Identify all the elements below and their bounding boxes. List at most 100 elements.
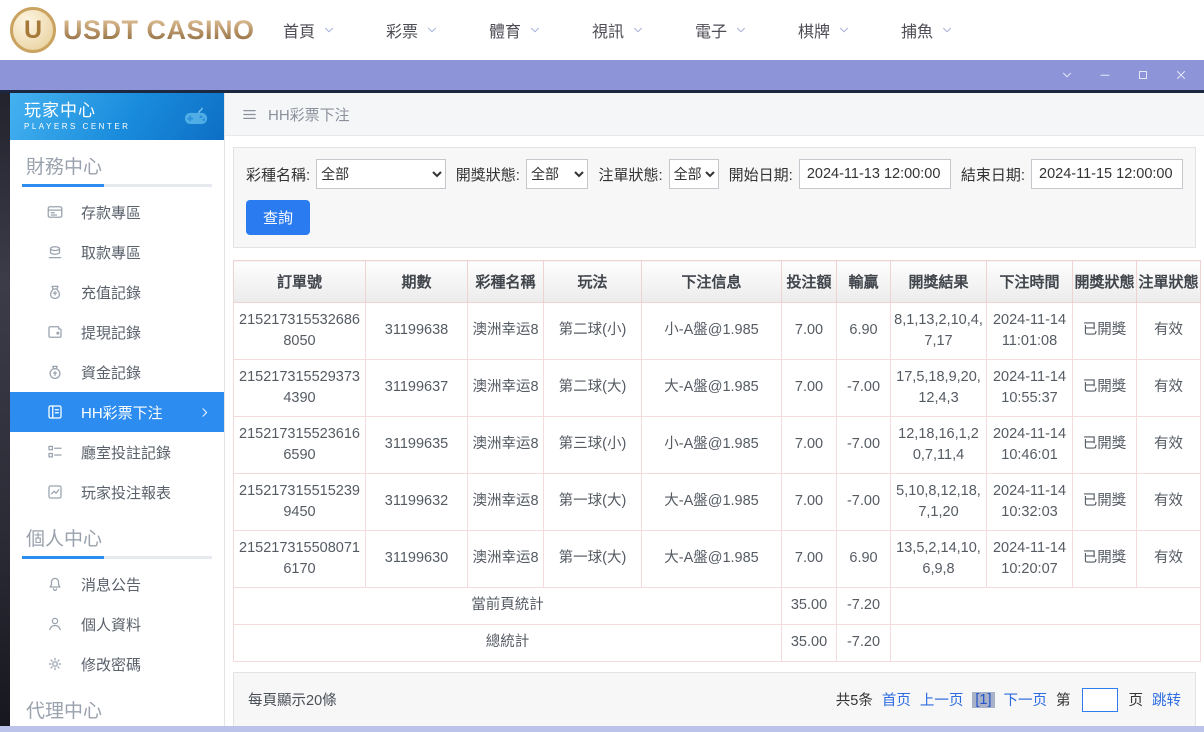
window-close-icon[interactable] <box>1174 68 1188 82</box>
table-cell: 有效 <box>1136 473 1201 531</box>
start-date-input[interactable] <box>798 159 951 189</box>
summary-row: 總統計 35.00 -7.20 <box>233 624 1201 662</box>
nav-item-label: 體育 <box>488 24 521 41</box>
jump-button[interactable]: 跳转 <box>1152 689 1181 710</box>
table-cell: 31199630 <box>365 530 468 588</box>
sidebar-item-label: 取款專區 <box>81 244 142 262</box>
table-row: 2152173155293734390 31199637 澳洲幸运8 第二球(大) 大-… <box>233 359 1201 417</box>
column-header: 開獎結果 <box>890 260 987 303</box>
pager: 共5条 首页 上一页 [1] 下一页 第 页 跳转 <box>836 687 1181 712</box>
sidebar-item-label: 充值記錄 <box>81 284 142 302</box>
table-cell: 澳洲幸运8 <box>467 530 544 588</box>
jump-suffix-text: 页 <box>1128 693 1144 709</box>
window-chevron-down-icon[interactable] <box>1060 68 1074 82</box>
nav-item-electronic[interactable]: 電子 <box>670 18 773 42</box>
prev-page-link[interactable]: 上一页 <box>920 689 964 710</box>
sidebar-item-change-password[interactable]: 修改密碼 <box>10 644 224 684</box>
column-header: 彩種名稱 <box>467 260 544 303</box>
sidebar-item-withdrawal-record[interactable]: 提現記錄 <box>10 312 224 352</box>
table-row: 2152173155326868050 31199638 澳洲幸运8 第二球(小) 小-… <box>233 302 1201 360</box>
bell-icon <box>46 575 64 593</box>
nav-item-live-video[interactable]: 視訊 <box>567 18 670 42</box>
summary-empty-cell <box>890 624 1201 662</box>
chevron-down-icon <box>631 23 645 37</box>
column-header: 下注信息 <box>641 260 782 303</box>
current-page-indicator[interactable]: [1] <box>972 691 995 708</box>
nav-item-label: 捕魚 <box>900 24 933 41</box>
sidebar-section-title: 代理中心 <box>26 701 103 722</box>
summary-bet-total: 35.00 <box>781 624 837 662</box>
sidebar-header: 玩家中心 PLAYERS CENTER <box>10 93 224 140</box>
table-cell: 大-A盤@1.985 <box>641 359 782 417</box>
column-header: 注單狀態 <box>1136 260 1201 303</box>
draw-status-select[interactable]: 全部 <box>525 159 589 189</box>
nav-item-sports[interactable]: 體育 <box>464 18 567 42</box>
sidebar-section-title: 財務中心 <box>26 157 103 178</box>
sidebar-item-announcements[interactable]: 消息公告 <box>10 564 224 604</box>
table-cell: 澳洲幸运8 <box>467 416 544 474</box>
nav-item-lottery[interactable]: 彩票 <box>361 18 464 42</box>
table-cell: 已開獎 <box>1072 416 1137 474</box>
table-cell: 31199632 <box>365 473 468 531</box>
end-date-input[interactable] <box>1031 159 1183 189</box>
lottery-name-select[interactable]: 全部 <box>316 159 446 189</box>
window-maximize-icon[interactable] <box>1136 68 1150 82</box>
window-minimize-icon[interactable] <box>1098 68 1112 82</box>
table-cell: 大-A盤@1.985 <box>641 530 782 588</box>
sidebar-item-hh-lottery-bets[interactable]: HH彩票下注 <box>10 392 224 432</box>
table-cell: 31199638 <box>365 302 468 360</box>
recharge-record-icon <box>46 283 64 301</box>
sidebar-item-label: 消息公告 <box>81 576 142 594</box>
table-cell: 有效 <box>1136 530 1201 588</box>
table-cell: 第一球(大) <box>543 530 642 588</box>
nav-item-fishing[interactable]: 捕魚 <box>876 18 979 42</box>
sidebar-item-label: 資金記錄 <box>81 364 142 382</box>
sidebar-item-player-bet-report[interactable]: 玩家投注報表 <box>10 472 224 512</box>
table-row: 2152173155236166590 31199635 澳洲幸运8 第三球(小) 小-… <box>233 416 1201 474</box>
order-status-select[interactable]: 全部 <box>668 159 719 189</box>
nav-item-label: 電子 <box>694 24 727 41</box>
query-button[interactable]: 查詢 <box>246 200 311 235</box>
table-cell: 2152173155236166590 <box>233 416 366 474</box>
first-page-link[interactable]: 首页 <box>882 689 911 710</box>
column-header: 開獎狀態 <box>1072 260 1137 303</box>
chevron-down-icon <box>322 23 336 37</box>
column-header: 玩法 <box>543 260 642 303</box>
table-cell: 已開獎 <box>1072 473 1137 531</box>
app-window: U USDT CASINO 首頁 彩票 體育 視訊 電子 棋牌 捕魚 玩家中心 PLAYER… <box>0 0 1204 732</box>
sidebar-item-deposit[interactable]: 存款專區 <box>10 192 224 232</box>
withdrawal-record-icon <box>46 323 64 341</box>
summary-label: 總統計 <box>233 624 782 662</box>
nav-item-label: 視訊 <box>591 24 624 41</box>
sidebar-item-recharge-record[interactable]: 充值記錄 <box>10 272 224 312</box>
draw-status-label: 開獎狀態: <box>455 166 520 184</box>
content-row: 玩家中心 PLAYERS CENTER 財務中心存款專區取款專區充值記錄提現記錄… <box>0 90 1204 727</box>
nav-item-chess[interactable]: 棋牌 <box>773 18 876 42</box>
sidebar-item-label: 廳室投註記錄 <box>81 444 172 462</box>
next-page-link[interactable]: 下一页 <box>1004 689 1048 710</box>
menu-hamburger-icon[interactable] <box>241 106 258 123</box>
sidebar-item-withdraw[interactable]: 取款專區 <box>10 232 224 272</box>
nav-item-label: 首頁 <box>282 24 315 41</box>
sidebar-item-room-bet-record[interactable]: 廳室投註記錄 <box>10 432 224 472</box>
table-cell: 7.00 <box>781 530 837 588</box>
page-jump-input[interactable] <box>1081 687 1118 712</box>
table-cell: 2024-11-14 10:32:03 <box>986 473 1073 531</box>
table-cell: 7.00 <box>781 416 837 474</box>
nav-item-home[interactable]: 首頁 <box>258 18 361 42</box>
sidebar-section-title: 個人中心 <box>26 529 103 550</box>
sidebar-item-profile[interactable]: 個人資料 <box>10 604 224 644</box>
filter-panel: 彩種名稱: 全部 開獎狀態: 全部 注單狀態: 全部 開始日期: 結束日期: <box>233 147 1196 248</box>
table-cell: 7.00 <box>781 359 837 417</box>
table-cell: 澳洲幸运8 <box>467 302 544 360</box>
pagination-bar: 每頁顯示20條 共5条 首页 上一页 [1] 下一页 第 页 跳转 <box>233 672 1196 727</box>
column-header: 訂單號 <box>233 260 366 303</box>
table-cell: 5,10,8,12,18,7,1,20 <box>890 473 987 531</box>
logo[interactable]: U USDT CASINO <box>0 7 254 53</box>
table-cell: 有效 <box>1136 302 1201 360</box>
table-cell: 8,1,13,2,10,4,7,17 <box>890 302 987 360</box>
table-cell: -7.00 <box>836 416 891 474</box>
table-header-row: 訂單號 期數 彩種名稱 玩法 下注信息 投注額 輸贏 開獎結果 下注時間 開獎狀態 注單狀態 <box>233 260 1201 303</box>
sidebar-item-funds-record[interactable]: 資金記錄 <box>10 352 224 392</box>
room-bet-record-icon <box>46 443 64 461</box>
